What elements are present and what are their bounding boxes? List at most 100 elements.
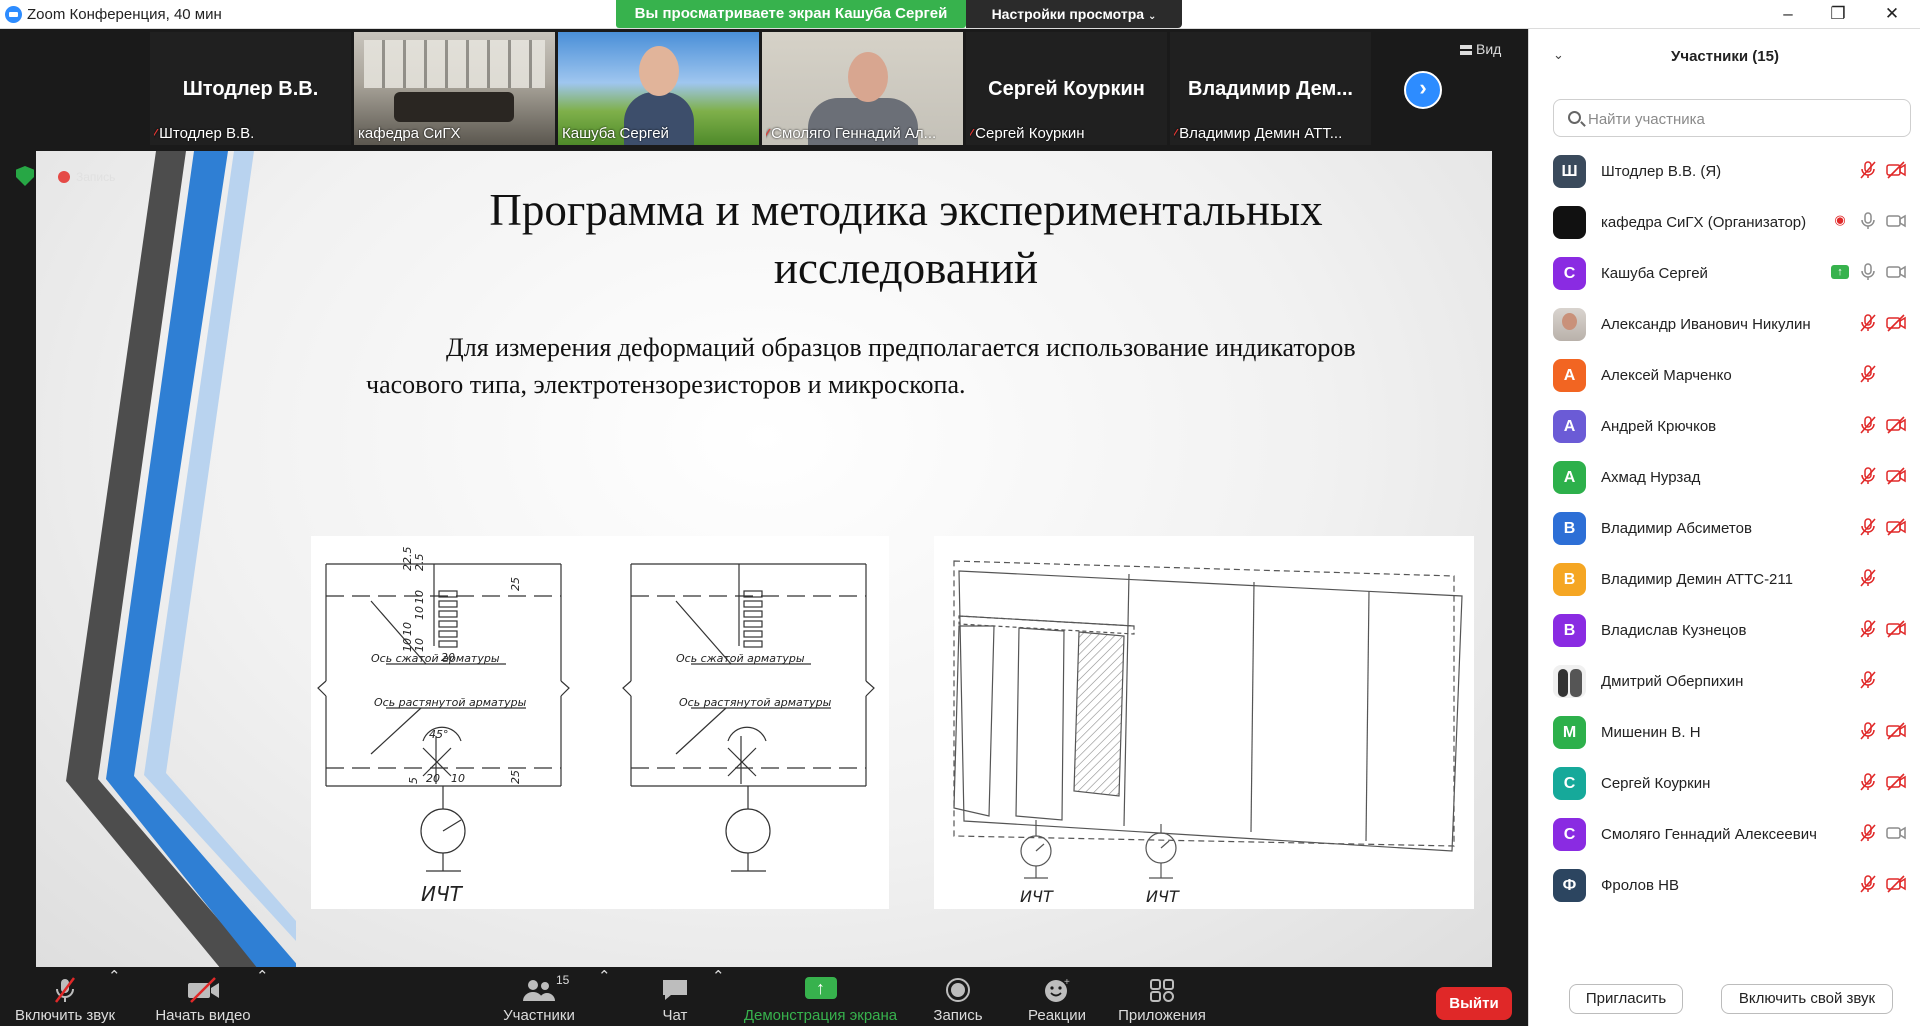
dim-label: 10 bbox=[401, 622, 414, 636]
start-video-label: Начать видео bbox=[155, 1007, 251, 1024]
tile-label: Смоляго Геннадий Ал... bbox=[771, 125, 937, 142]
video-tile[interactable]: Владимир Дем... ⁄ Владимир Демин АТТ... bbox=[1170, 32, 1371, 145]
tile-label: Сергей Коуркин bbox=[975, 125, 1085, 142]
gauge-label: ИЧТ bbox=[421, 882, 464, 906]
gauge-label: ИЧТ bbox=[1020, 887, 1054, 906]
video-camera-icon bbox=[1885, 263, 1907, 286]
participant-row[interactable]: С Кашуба Сергей ↑ bbox=[1529, 249, 1920, 300]
participant-row[interactable]: С Сергей Коуркин bbox=[1529, 759, 1920, 810]
participant-row[interactable]: Ш Штодлер В.В. (Я) bbox=[1529, 147, 1920, 198]
participant-row[interactable]: кафедра СиГХ (Организатор) ◉ bbox=[1529, 198, 1920, 249]
participant-name: Сергей Коуркин bbox=[1601, 775, 1711, 792]
record-button[interactable]: Запись bbox=[928, 967, 988, 1026]
start-video-button[interactable]: Начать видео bbox=[148, 967, 258, 1026]
avatar: В bbox=[1553, 614, 1586, 647]
participant-search[interactable] bbox=[1553, 99, 1911, 137]
mic-icon[interactable] bbox=[1857, 212, 1879, 235]
mic-muted-icon[interactable] bbox=[1857, 875, 1879, 898]
mic-muted-icon[interactable] bbox=[1857, 314, 1879, 337]
participant-name: Дмитрий Оберпихин bbox=[1601, 673, 1744, 690]
minimize-button[interactable]: – bbox=[1760, 0, 1816, 29]
recording-label: Запись bbox=[76, 170, 116, 184]
mic-icon[interactable] bbox=[1857, 263, 1879, 286]
chat-button[interactable]: Чат bbox=[645, 967, 705, 1026]
unmute-self-button[interactable]: Включить свой звук bbox=[1721, 984, 1893, 1014]
video-tile-active-speaker[interactable]: Кашуба Сергей bbox=[558, 32, 759, 145]
next-page-button[interactable]: › bbox=[1404, 71, 1442, 109]
apps-button[interactable]: Приложения bbox=[1112, 967, 1212, 1026]
chat-label: Чат bbox=[662, 1007, 688, 1024]
video-strip: Штодлер В.В. ⁄ Штодлер В.В. кафедра СиГХ … bbox=[150, 32, 1371, 145]
participant-search-input[interactable] bbox=[1588, 108, 1898, 130]
video-options-caret[interactable]: ⌃ bbox=[256, 967, 269, 1026]
beam-deformation-drawing: ИЧТ ИЧТ bbox=[934, 536, 1474, 909]
mic-muted-icon[interactable] bbox=[1857, 824, 1879, 847]
video-tile[interactable]: ⁄ Смоляго Геннадий Ал... bbox=[762, 32, 963, 145]
participant-row[interactable]: В Владимир Абсиметов bbox=[1529, 504, 1920, 555]
participant-row[interactable]: В Владимир Демин АТТС-211 bbox=[1529, 555, 1920, 606]
participant-row[interactable]: М Мишенин В. Н bbox=[1529, 708, 1920, 759]
dim-label: 5 bbox=[407, 777, 420, 784]
participant-name: Андрей Крючков bbox=[1601, 418, 1717, 435]
participant-row[interactable]: А Андрей Крючков bbox=[1529, 402, 1920, 453]
participant-row[interactable]: В Владислав Кузнецов bbox=[1529, 606, 1920, 657]
participant-row[interactable]: А Ахмад Нурзад bbox=[1529, 453, 1920, 504]
invite-button[interactable]: Пригласить bbox=[1569, 984, 1683, 1014]
smiley-icon: + bbox=[1022, 977, 1092, 1003]
participant-row[interactable]: Дмитрий Оберпихин bbox=[1529, 657, 1920, 708]
mic-muted-icon[interactable] bbox=[1857, 467, 1879, 490]
reactions-label: Реакции bbox=[1028, 1007, 1086, 1024]
mic-muted-icon[interactable] bbox=[1857, 365, 1879, 388]
mic-muted-icon: ⁄ bbox=[1174, 126, 1177, 141]
dim-label: 10 bbox=[413, 638, 426, 652]
share-screen-icon bbox=[804, 975, 837, 1001]
mic-muted-icon[interactable] bbox=[1857, 620, 1879, 643]
view-options-button[interactable]: Настройки просмотра ⌄ bbox=[966, 0, 1182, 28]
mic-muted-icon[interactable] bbox=[1857, 518, 1879, 541]
participant-row[interactable]: А Алексей Марченко bbox=[1529, 351, 1920, 402]
mic-muted-icon[interactable] bbox=[1857, 161, 1879, 184]
video-off-icon bbox=[1885, 875, 1907, 898]
svg-text:+: + bbox=[1064, 977, 1070, 988]
screen-share-banner: Вы просматриваете экран Кашуба Сергей bbox=[616, 0, 966, 28]
mic-muted-icon[interactable] bbox=[1857, 569, 1879, 592]
video-camera-icon bbox=[1885, 824, 1907, 847]
shield-icon[interactable] bbox=[16, 166, 34, 186]
view-button[interactable]: Вид bbox=[1460, 41, 1501, 57]
video-tile[interactable]: кафедра СиГХ bbox=[354, 32, 555, 145]
dim-label: 2.5 bbox=[413, 554, 426, 572]
mic-muted-icon[interactable] bbox=[1857, 773, 1879, 796]
video-off-icon bbox=[1885, 773, 1907, 796]
chat-caret[interactable]: ⌃ bbox=[712, 967, 725, 1026]
participant-row[interactable]: Александр Иванович Никулин bbox=[1529, 300, 1920, 351]
close-window-button[interactable]: ✕ bbox=[1864, 0, 1920, 29]
participants-button[interactable]: Участники bbox=[494, 967, 584, 1026]
video-tile[interactable]: Сергей Коуркин ⁄ Сергей Коуркин bbox=[966, 32, 1167, 145]
participant-row[interactable]: Ф Фролов НВ bbox=[1529, 861, 1920, 912]
participant-row[interactable]: С Смоляго Геннадий Алексеевич bbox=[1529, 810, 1920, 861]
leave-meeting-button[interactable]: Выйти bbox=[1436, 987, 1512, 1020]
audio-options-caret[interactable]: ⌃ bbox=[108, 967, 121, 1026]
dim-label: 25 bbox=[509, 577, 522, 591]
participant-name: Алексей Марченко bbox=[1601, 367, 1732, 384]
video-off-icon bbox=[1885, 620, 1907, 643]
video-off-icon bbox=[1885, 722, 1907, 745]
restore-button[interactable]: ❐ bbox=[1810, 0, 1866, 29]
avatar: Ш bbox=[1553, 155, 1586, 188]
unmute-button[interactable]: Включить звук bbox=[10, 967, 120, 1026]
mic-muted-icon: ⁄ bbox=[970, 126, 973, 141]
axis-compressed-label: Ось сжатой арматуры bbox=[676, 652, 805, 665]
video-tile[interactable]: Штодлер В.В. ⁄ Штодлер В.В. bbox=[150, 32, 351, 145]
reactions-button[interactable]: + Реакции bbox=[1022, 967, 1092, 1026]
share-screen-button[interactable]: Демонстрация экрана bbox=[738, 967, 903, 1026]
participants-caret[interactable]: ⌃ bbox=[598, 967, 611, 1026]
participant-name: Владимир Демин АТТС-211 bbox=[1601, 571, 1793, 588]
recording-indicator: Запись bbox=[58, 170, 115, 184]
mic-muted-icon[interactable] bbox=[1857, 722, 1879, 745]
mic-muted-icon[interactable] bbox=[1857, 671, 1879, 694]
mic-muted-icon[interactable] bbox=[1857, 416, 1879, 439]
dim-label: 25 bbox=[509, 770, 522, 784]
dim-label: 10 bbox=[413, 590, 426, 604]
participant-name: Александр Иванович Никулин bbox=[1601, 316, 1811, 333]
participant-name: Штодлер В.В. (Я) bbox=[1601, 163, 1722, 180]
